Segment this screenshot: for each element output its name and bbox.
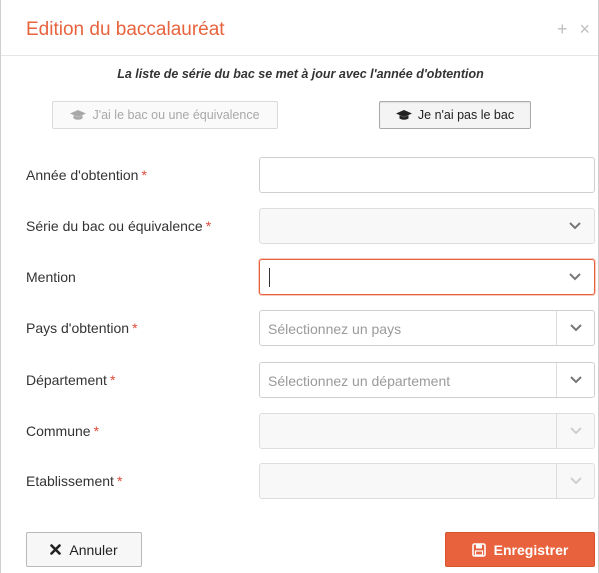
pays-placeholder: Sélectionnez un pays	[268, 321, 402, 337]
pays-row: Pays d'obtention * Sélectionnez un pays	[1, 310, 599, 346]
mention-label: Mention	[26, 269, 76, 285]
pays-select[interactable]: Sélectionnez un pays	[259, 310, 595, 346]
graduation-cap-icon	[70, 109, 87, 120]
annee-input[interactable]	[259, 157, 595, 193]
serie-label: Série du bac ou équivalence *	[26, 218, 212, 234]
departement-label: Département *	[26, 372, 116, 388]
mention-row: Mention	[1, 259, 599, 295]
floppy-disk-icon	[471, 542, 486, 557]
serie-row: Série du bac ou équivalence *	[1, 208, 599, 244]
graduation-cap-icon	[395, 109, 412, 120]
chevron-down-icon	[556, 414, 594, 448]
etablissement-label: Etablissement *	[26, 473, 123, 489]
commune-label: Commune *	[26, 423, 100, 439]
no-bac-button[interactable]: Je n'ai pas le bac	[379, 101, 531, 129]
serie-update-notice: La liste de série du bac se met à jour a…	[117, 67, 484, 81]
annee-label: Année d'obtention *	[26, 167, 147, 183]
serie-select[interactable]	[259, 208, 595, 244]
cancel-label: Annuler	[69, 541, 118, 558]
chevron-down-icon[interactable]	[556, 311, 594, 345]
annee-row: Année d'obtention *	[1, 157, 599, 193]
bac-edit-dialog: Edition du baccalauréat + × La liste de …	[0, 0, 599, 573]
plus-icon[interactable]: +	[557, 20, 568, 38]
departement-row: Département * Sélectionnez un département	[1, 362, 599, 398]
close-icon	[50, 544, 62, 555]
save-button[interactable]: Enregistrer	[445, 532, 595, 567]
chevron-down-icon	[556, 464, 594, 498]
commune-row: Commune *	[1, 413, 599, 449]
etablissement-select[interactable]	[259, 463, 595, 499]
departement-placeholder: Sélectionnez un département	[268, 373, 451, 389]
no-bac-label: Je n'ai pas le bac	[417, 108, 515, 122]
dialog-title: Edition du baccalauréat	[26, 19, 225, 40]
dialog-header: Edition du baccalauréat + ×	[1, 0, 598, 56]
mention-select[interactable]	[259, 259, 595, 295]
departement-select[interactable]: Sélectionnez un département	[259, 362, 595, 398]
header-actions: + ×	[557, 20, 590, 38]
chevron-down-icon	[556, 260, 594, 294]
chevron-down-icon	[556, 209, 594, 243]
pays-label: Pays d'obtention *	[26, 320, 138, 336]
cancel-button[interactable]: Annuler	[26, 532, 142, 567]
etablissement-row: Etablissement *	[1, 463, 599, 499]
chevron-down-icon[interactable]	[556, 363, 594, 397]
text-cursor	[269, 268, 270, 287]
close-icon[interactable]: ×	[579, 20, 590, 38]
commune-select[interactable]	[259, 413, 595, 449]
has-bac-label: J'ai le bac ou une équivalence	[92, 108, 260, 122]
save-label: Enregistrer	[493, 541, 569, 558]
has-bac-button[interactable]: J'ai le bac ou une équivalence	[52, 101, 278, 129]
